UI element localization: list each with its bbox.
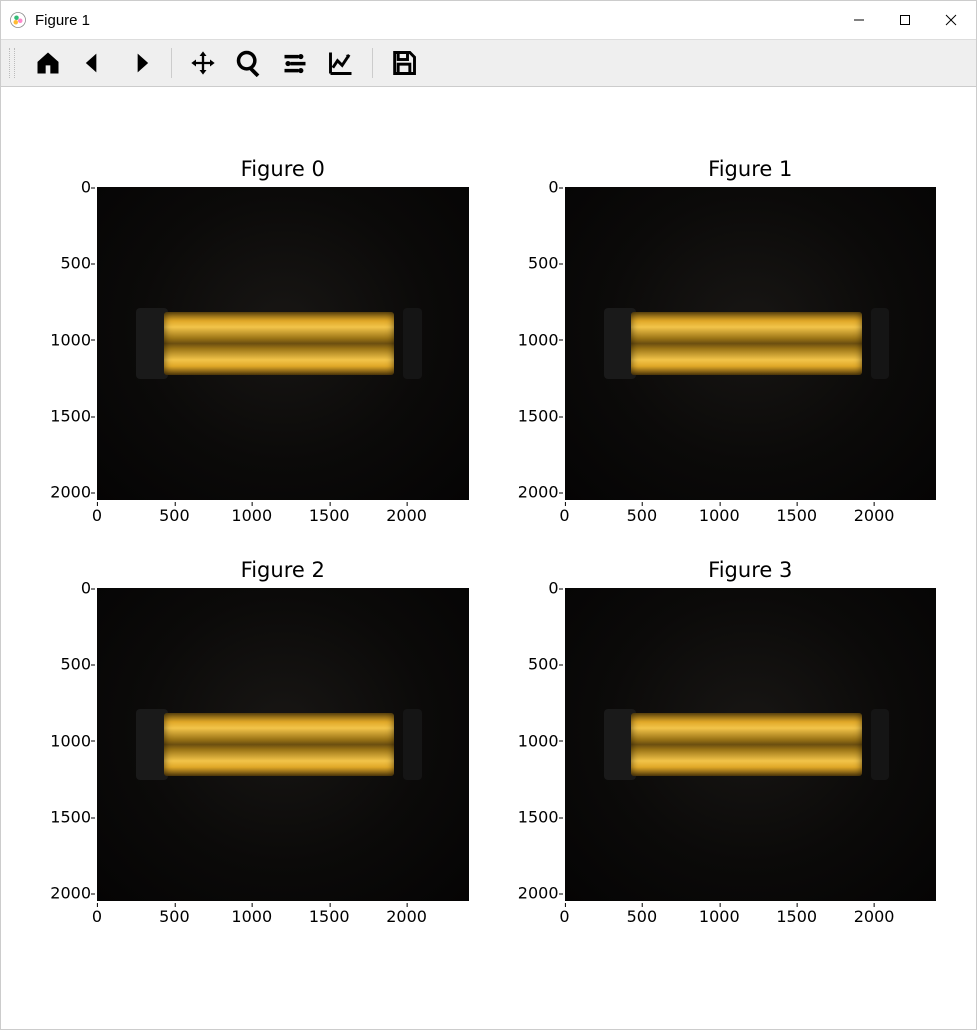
y-ticks: 0500100015002000	[41, 187, 93, 500]
x-tick-label: 0	[92, 907, 102, 926]
x-tick-label: 0	[559, 907, 569, 926]
subplot-2: Figure 205001000150020000500100015002000	[41, 588, 469, 929]
back-button[interactable]	[77, 46, 111, 80]
subplot-title: Figure 0	[97, 157, 469, 181]
y-ticks: 0500100015002000	[509, 588, 561, 901]
x-tick-label: 1000	[699, 907, 740, 926]
y-tick-label: 2000	[509, 884, 559, 903]
plotted-image	[97, 588, 469, 901]
plotted-image	[97, 187, 469, 500]
y-tick-label: 0	[41, 178, 91, 197]
axes-image[interactable]	[97, 588, 469, 901]
toolbar-grip	[9, 48, 15, 78]
y-tick-label: 500	[509, 655, 559, 674]
x-tick-label: 1000	[231, 907, 272, 926]
x-tick-label: 500	[627, 506, 658, 525]
y-tick-label: 0	[41, 579, 91, 598]
window-title: Figure 1	[35, 12, 90, 29]
toolbar-separator	[372, 48, 373, 78]
x-tick-label: 1500	[776, 506, 817, 525]
axes-image[interactable]	[97, 187, 469, 500]
y-tick-label: 1000	[509, 731, 559, 750]
x-tick-label: 1500	[776, 907, 817, 926]
x-tick-label: 500	[627, 907, 658, 926]
x-tick-label: 0	[559, 506, 569, 525]
x-tick-label: 2000	[854, 506, 895, 525]
subplot-0: Figure 005001000150020000500100015002000	[41, 187, 469, 528]
window-titlebar: Figure 1	[1, 1, 976, 39]
pan-button[interactable]	[186, 46, 220, 80]
figure-canvas[interactable]: Figure 005001000150020000500100015002000…	[1, 87, 976, 1029]
y-tick-label: 2000	[41, 884, 91, 903]
x-ticks: 0500100015002000	[565, 504, 937, 528]
toolbar-separator	[171, 48, 172, 78]
y-tick-label: 2000	[41, 483, 91, 502]
x-ticks: 0500100015002000	[97, 504, 469, 528]
x-tick-label: 2000	[854, 907, 895, 926]
axes-image[interactable]	[565, 588, 937, 901]
configure-subplots-button[interactable]	[278, 46, 312, 80]
app-icon	[9, 11, 27, 29]
x-tick-label: 1500	[309, 907, 350, 926]
y-tick-label: 1000	[41, 330, 91, 349]
y-tick-label: 500	[41, 655, 91, 674]
plotted-image	[565, 187, 937, 500]
y-tick-label: 0	[509, 579, 559, 598]
x-tick-label: 2000	[386, 907, 427, 926]
y-tick-label: 1500	[41, 808, 91, 827]
x-tick-label: 500	[159, 506, 190, 525]
y-tick-label: 1500	[41, 407, 91, 426]
x-tick-label: 500	[159, 907, 190, 926]
y-tick-label: 1500	[509, 407, 559, 426]
y-ticks: 0500100015002000	[509, 187, 561, 500]
maximize-button[interactable]	[882, 1, 928, 39]
y-ticks: 0500100015002000	[41, 588, 93, 901]
minimize-button[interactable]	[836, 1, 882, 39]
subplot-title: Figure 2	[97, 558, 469, 582]
subplot-title: Figure 1	[565, 157, 937, 181]
x-tick-label: 1000	[699, 506, 740, 525]
y-tick-label: 500	[509, 254, 559, 273]
x-tick-label: 1000	[231, 506, 272, 525]
x-tick-label: 0	[92, 506, 102, 525]
x-tick-label: 1500	[309, 506, 350, 525]
save-button[interactable]	[387, 46, 421, 80]
y-tick-label: 2000	[509, 483, 559, 502]
x-ticks: 0500100015002000	[97, 905, 469, 929]
zoom-button[interactable]	[232, 46, 266, 80]
y-tick-label: 1000	[41, 731, 91, 750]
x-tick-label: 2000	[386, 506, 427, 525]
y-tick-label: 1000	[509, 330, 559, 349]
subplot-title: Figure 3	[565, 558, 937, 582]
subplot-3: Figure 305001000150020000500100015002000	[509, 588, 937, 929]
x-ticks: 0500100015002000	[565, 905, 937, 929]
axes-image[interactable]	[565, 187, 937, 500]
plotted-image	[565, 588, 937, 901]
y-tick-label: 0	[509, 178, 559, 197]
matplotlib-toolbar	[1, 39, 976, 87]
subplot-1: Figure 105001000150020000500100015002000	[509, 187, 937, 528]
y-tick-label: 500	[41, 254, 91, 273]
close-button[interactable]	[928, 1, 974, 39]
forward-button[interactable]	[123, 46, 157, 80]
y-tick-label: 1500	[509, 808, 559, 827]
edit-axis-button[interactable]	[324, 46, 358, 80]
home-button[interactable]	[31, 46, 65, 80]
